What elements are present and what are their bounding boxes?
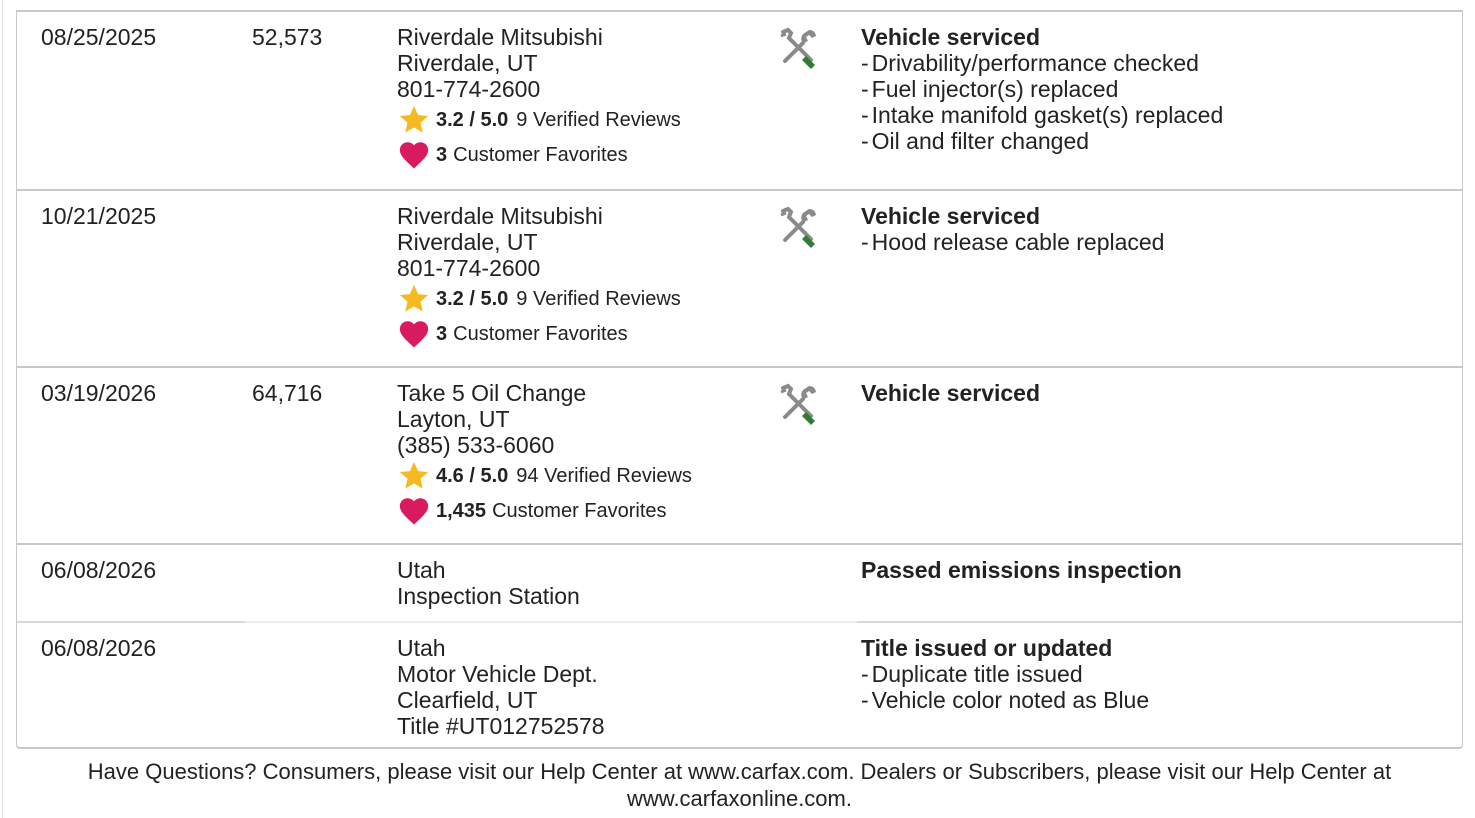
heart-icon xyxy=(399,497,429,524)
record-details: Title issued or updated - Duplicate title… xyxy=(861,635,1451,713)
detail-title: Vehicle serviced xyxy=(861,24,1041,50)
rating-line[interactable]: 3.2 / 5.0 9 Verified Reviews xyxy=(397,102,757,137)
record-date: 08/25/2025 xyxy=(41,24,157,50)
source-phone[interactable]: (385) 533-6060 xyxy=(397,432,757,458)
history-row: 06/08/2026 Utah Motor Vehicle Dept. Clea… xyxy=(17,621,1462,747)
heart-icon xyxy=(399,141,429,168)
detail-title: Title issued or updated xyxy=(861,635,1113,661)
favorites-label: Customer Favorites xyxy=(453,143,628,166)
detail-title: Vehicle serviced xyxy=(861,380,1041,406)
record-source: Riverdale Mitsubishi Riverdale, UT 801-7… xyxy=(397,24,757,172)
title-number: Title #UT012752578 xyxy=(397,713,605,739)
record-details: Vehicle serviced - Drivability/performanc… xyxy=(861,24,1451,154)
history-row: 06/08/2026 Utah Inspection Station Passe… xyxy=(17,543,1462,621)
service-tools-icon xyxy=(780,206,816,248)
source-location: Riverdale, UT xyxy=(397,229,538,255)
rating-line[interactable]: 3.2 / 5.0 9 Verified Reviews xyxy=(397,281,757,316)
source-location: Layton, UT xyxy=(397,406,510,432)
detail-item: - Vehicle color noted as Blue xyxy=(861,687,1150,713)
record-details: Passed emissions inspection xyxy=(861,557,1451,583)
star-icon xyxy=(399,284,429,312)
record-date: 06/08/2026 xyxy=(41,557,157,583)
source-agency: Motor Vehicle Dept. xyxy=(397,661,598,687)
source-name: Utah xyxy=(397,635,446,661)
star-icon xyxy=(399,461,429,489)
help-center-footer: Have Questions? Consumers, please visit … xyxy=(16,758,1463,812)
detail-item: - Fuel injector(s) replaced xyxy=(861,76,1119,102)
record-date: 06/08/2026 xyxy=(41,635,157,661)
review-count[interactable]: 9 Verified Reviews xyxy=(516,107,681,133)
rating-value: 3.2 / 5.0 xyxy=(436,287,509,310)
detail-item: - Intake manifold gasket(s) replaced xyxy=(861,102,1224,128)
footer-line-1: Have Questions? Consumers, please visit … xyxy=(87,759,1392,784)
footer-line-2[interactable]: www.carfaxonline.com. xyxy=(16,785,1463,812)
review-count[interactable]: 9 Verified Reviews xyxy=(516,286,681,312)
favorites-label: Customer Favorites xyxy=(492,499,667,522)
record-date: 10/21/2025 xyxy=(41,203,157,229)
detail-title: Passed emissions inspection xyxy=(861,557,1182,583)
service-tools-icon xyxy=(780,27,816,69)
favorites-line: 3 Customer Favorites xyxy=(397,316,757,351)
record-source: Utah Inspection Station xyxy=(397,557,757,609)
left-page-rule xyxy=(2,0,3,818)
vehicle-history-table: 08/25/2025 52,573 Riverdale Mitsubishi R… xyxy=(16,10,1463,749)
record-source: Riverdale Mitsubishi Riverdale, UT 801-7… xyxy=(397,203,757,351)
record-details: Vehicle serviced - Hood release cable rep… xyxy=(861,203,1451,255)
source-type: Inspection Station xyxy=(397,583,580,609)
favorites-line: 1,435 Customer Favorites xyxy=(397,493,757,528)
favorites-line: 3 Customer Favorites xyxy=(397,137,757,172)
service-tools-icon xyxy=(780,383,816,425)
favorites-count: 1,435 xyxy=(436,499,487,522)
history-row: 10/21/2025 Riverdale Mitsubishi Riverdal… xyxy=(17,189,1462,366)
star-icon xyxy=(399,105,429,133)
favorites-count: 3 xyxy=(436,143,448,166)
source-phone[interactable]: 801-774-2600 xyxy=(397,255,757,281)
heart-icon xyxy=(399,320,429,347)
source-location: Riverdale, UT xyxy=(397,50,538,76)
source-name[interactable]: Riverdale Mitsubishi xyxy=(397,203,757,229)
detail-item: - Drivability/performance checked xyxy=(861,50,1199,76)
history-row: 03/19/2026 64,716 Take 5 Oil Change Layt… xyxy=(17,366,1462,543)
source-phone[interactable]: 801-774-2600 xyxy=(397,76,757,102)
detail-item: - Oil and filter changed xyxy=(861,128,1090,154)
detail-title: Vehicle serviced xyxy=(861,203,1041,229)
source-name[interactable]: Take 5 Oil Change xyxy=(397,380,757,406)
detail-item: - Duplicate title issued xyxy=(861,661,1083,687)
odometer-reading: 52,573 xyxy=(252,24,323,50)
favorites-label: Customer Favorites xyxy=(453,322,628,345)
record-date: 03/19/2026 xyxy=(41,380,157,406)
source-name[interactable]: Riverdale Mitsubishi xyxy=(397,24,757,50)
rating-line[interactable]: 4.6 / 5.0 94 Verified Reviews xyxy=(397,458,757,493)
record-details: Vehicle serviced xyxy=(861,380,1451,406)
odometer-reading: 64,716 xyxy=(252,380,323,406)
detail-item: - Hood release cable replaced xyxy=(861,229,1165,255)
review-count[interactable]: 94 Verified Reviews xyxy=(516,463,692,489)
record-source: Utah Motor Vehicle Dept. Clearfield, UT … xyxy=(397,635,757,739)
record-source: Take 5 Oil Change Layton, UT (385) 533-6… xyxy=(397,380,757,528)
rating-value: 3.2 / 5.0 xyxy=(436,108,509,131)
rating-value: 4.6 / 5.0 xyxy=(436,464,509,487)
source-location: Clearfield, UT xyxy=(397,687,538,713)
favorites-count: 3 xyxy=(436,322,448,345)
history-row: 08/25/2025 52,573 Riverdale Mitsubishi R… xyxy=(17,12,1462,189)
source-name: Utah xyxy=(397,557,446,583)
